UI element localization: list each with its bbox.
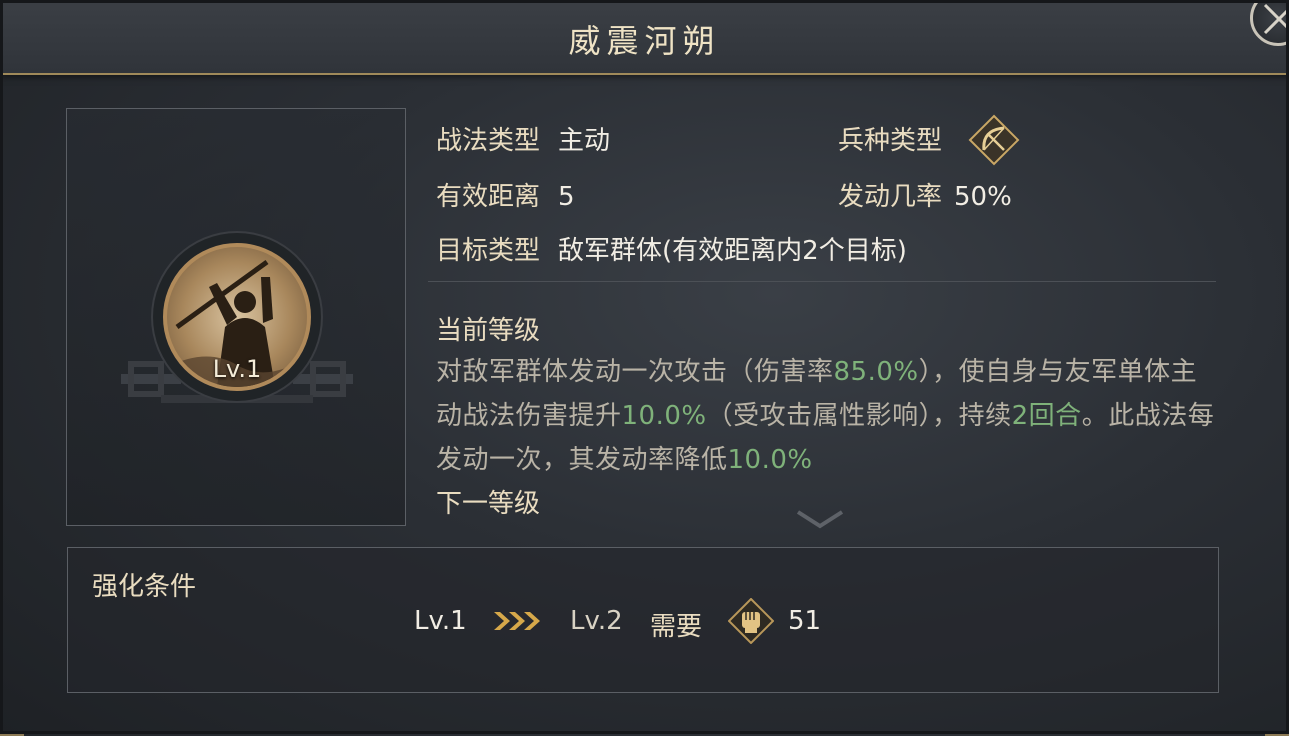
tactic-type-row: 战法类型 主动	[436, 120, 610, 157]
current-level-title: 当前等级	[436, 316, 541, 346]
target-row: 目标类型 敌军群体(有效距离内2个目标)	[436, 230, 907, 267]
divider	[428, 281, 1216, 282]
trigger-rate-row: 发动几率 50%	[838, 176, 1012, 213]
tactic-type-value: 主动	[558, 126, 611, 156]
corner-ornament-icon	[0, 712, 24, 736]
troop-type-label: 兵种类型	[838, 126, 943, 156]
need-label: 需要	[650, 612, 703, 642]
target-value: 敌军群体(有效距离内2个目标)	[558, 236, 907, 266]
from-level: Lv.1	[414, 606, 467, 636]
troop-type-row: 兵种类型	[838, 120, 942, 157]
damage-boost-value: 10.0%	[621, 401, 707, 431]
range-label: 有效距离	[436, 182, 541, 212]
range-row: 有效距离 5	[436, 176, 575, 213]
current-level-description: 对敌军群体发动一次攻击（伤害率85.0%），使自身与友军单体主动战法伤害提升10…	[436, 350, 1216, 482]
tactic-type-label: 战法类型	[436, 126, 541, 156]
triple-arrow-icon	[494, 612, 540, 630]
corner-ornament-icon	[1265, 712, 1289, 736]
cost-value: 51	[788, 606, 822, 636]
trigger-rate-value: 50%	[954, 182, 1012, 212]
damage-rate-value: 85.0%	[833, 357, 919, 387]
chevron-down-icon[interactable]	[796, 508, 844, 530]
target-label: 目标类型	[436, 236, 541, 266]
trigger-rate-label: 发动几率	[838, 182, 943, 212]
fist-token-icon	[728, 598, 774, 644]
portrait-level-label: Lv.1	[212, 355, 262, 383]
enhance-title: 强化条件	[92, 572, 197, 602]
bow-icon[interactable]	[968, 114, 1020, 166]
tactic-title: 威震河朔	[568, 22, 721, 60]
range-value: 5	[558, 182, 575, 212]
general-portrait: Lv.1	[163, 243, 311, 391]
portrait-panel: Lv.1	[66, 108, 406, 526]
desc-text-3: （受攻击属性影响），持续	[706, 401, 1012, 431]
desc-text-1: 对敌军群体发动一次攻击（伤害率	[436, 357, 834, 387]
rate-decrease-value: 10.0%	[727, 445, 813, 475]
enhance-panel: 强化条件 Lv.1 Lv.2 需要 51	[67, 547, 1219, 693]
close-icon	[1263, 3, 1289, 35]
to-level: Lv.2	[570, 606, 623, 636]
next-level-title: 下一等级	[436, 489, 541, 519]
duration-value: 2回合	[1011, 401, 1082, 431]
title-bar: 威震河朔	[0, 0, 1289, 75]
